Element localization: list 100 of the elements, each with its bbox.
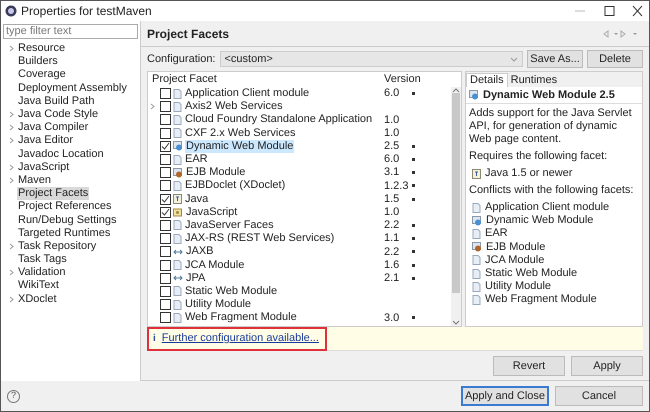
facet-name[interactable]: Java bbox=[184, 192, 210, 206]
facet-name[interactable]: Application Client module bbox=[184, 87, 310, 100]
checkbox[interactable] bbox=[160, 167, 171, 178]
page-button[interactable]: Revert bbox=[493, 356, 565, 376]
sidebar-item[interactable]: Run/Debug Settings bbox=[17, 214, 118, 227]
double-arrow-icon bbox=[173, 246, 183, 257]
checkbox[interactable] bbox=[160, 101, 171, 112]
app-icon bbox=[5, 5, 17, 17]
expand-caret-icon[interactable] bbox=[9, 242, 14, 250]
version-cell: 3.1 bbox=[384, 166, 400, 178]
version-menu-icon[interactable] bbox=[412, 92, 415, 96]
filter-field[interactable]: type filter text bbox=[3, 24, 138, 39]
conflicting-facet: EAR bbox=[485, 227, 508, 240]
checkbox[interactable] bbox=[160, 206, 171, 218]
details-tab[interactable]: Runtimes bbox=[508, 73, 560, 87]
checkbox[interactable] bbox=[160, 114, 171, 126]
document-icon bbox=[472, 202, 481, 213]
facet-name[interactable]: JCA Module bbox=[184, 258, 246, 272]
dialog-button[interactable]: Cancel bbox=[555, 386, 643, 406]
sidebar-item[interactable]: Targeted Runtimes bbox=[17, 226, 112, 240]
facet-name[interactable]: JAX-RS (REST Web Services) bbox=[184, 232, 336, 246]
scroll-down-icon[interactable] bbox=[452, 320, 460, 326]
sidebar-item[interactable]: Builders bbox=[17, 55, 59, 68]
checkbox[interactable] bbox=[160, 88, 171, 100]
help-button[interactable]: ? bbox=[7, 390, 20, 402]
checkbox[interactable] bbox=[160, 220, 171, 231]
facet-name[interactable]: Dynamic Web Module bbox=[185, 140, 294, 153]
facet-name[interactable]: CXF 2.x Web Services bbox=[184, 126, 296, 140]
conflicting-facet: Dynamic Web Module bbox=[486, 214, 594, 228]
facet-name[interactable]: EJBDoclet (XDoclet) bbox=[184, 179, 286, 192]
configuration-dropdown[interactable]: <custom> bbox=[220, 51, 523, 67]
sidebar-item[interactable]: Maven bbox=[17, 174, 52, 187]
sidebar-item[interactable]: Project References bbox=[17, 200, 113, 214]
checkbox[interactable] bbox=[160, 299, 171, 310]
version-menu-icon[interactable] bbox=[412, 198, 415, 201]
checkbox[interactable] bbox=[160, 233, 171, 244]
sidebar-item[interactable]: Java Code Style bbox=[17, 108, 100, 122]
conflicting-facet: Utility Module bbox=[485, 280, 552, 294]
column-header[interactable]: Project Facet bbox=[148, 71, 384, 88]
checkbox[interactable] bbox=[160, 312, 171, 324]
sidebar-item[interactable]: Coverage bbox=[17, 68, 67, 82]
scrollbar[interactable] bbox=[451, 87, 461, 326]
checkbox[interactable] bbox=[160, 246, 171, 258]
sidebar-item[interactable]: Task Tags bbox=[17, 253, 68, 266]
page-button[interactable]: Apply bbox=[571, 356, 643, 376]
version-menu-icon[interactable] bbox=[412, 184, 415, 188]
checkbox[interactable] bbox=[160, 154, 171, 166]
checkbox[interactable] bbox=[160, 260, 171, 271]
facet-name[interactable]: Utility Module bbox=[184, 298, 252, 312]
details-description: Adds support for the Java Servlet API, for generation of dynamic Web page content. bbox=[469, 107, 633, 146]
checkbox[interactable] bbox=[160, 194, 171, 205]
facet-name[interactable]: JAXB bbox=[185, 245, 215, 258]
version-menu-icon[interactable] bbox=[412, 276, 415, 280]
checkbox[interactable] bbox=[160, 140, 171, 152]
sidebar-item[interactable]: Resource bbox=[17, 42, 66, 56]
sidebar-item[interactable]: WikiText bbox=[17, 279, 60, 292]
sidebar-item[interactable]: Javadoc Location bbox=[17, 148, 105, 161]
sidebar-item[interactable]: Deployment Assembly bbox=[17, 82, 128, 95]
further-configuration-link[interactable]: Further configuration available... bbox=[162, 330, 319, 347]
facet-name[interactable]: Axis2 Web Services bbox=[184, 100, 284, 114]
facet-name[interactable]: Web Fragment Module bbox=[184, 311, 298, 324]
sidebar-item[interactable]: Java Editor bbox=[17, 134, 74, 148]
expand-caret-icon[interactable] bbox=[9, 45, 14, 52]
sidebar-item[interactable]: Project Facets bbox=[17, 187, 90, 200]
facet-name[interactable]: Cloud Foundry Standalone Application bbox=[184, 113, 374, 126]
column-header[interactable]: Version bbox=[384, 71, 442, 88]
expand-caret-icon[interactable] bbox=[9, 296, 14, 303]
facet-name[interactable]: JPA bbox=[185, 272, 206, 285]
dialog-button[interactable]: Apply and Close bbox=[461, 386, 549, 406]
page-action-button[interactable]: Delete bbox=[587, 50, 643, 68]
version-menu-icon[interactable] bbox=[412, 237, 415, 240]
version-menu-icon[interactable] bbox=[412, 158, 415, 162]
sidebar-item[interactable]: Task Repository bbox=[17, 240, 98, 253]
version-menu-icon[interactable] bbox=[412, 250, 415, 254]
version-menu-icon[interactable] bbox=[412, 316, 415, 320]
details-tab[interactable]: Details bbox=[466, 73, 508, 87]
document-icon bbox=[173, 286, 182, 296]
facet-name[interactable]: Static Web Module bbox=[184, 284, 278, 298]
version-menu-icon[interactable] bbox=[412, 144, 415, 148]
sidebar-item[interactable]: Java Compiler bbox=[17, 121, 90, 134]
sidebar-item[interactable]: Validation bbox=[17, 266, 66, 280]
version-menu-icon[interactable] bbox=[412, 224, 415, 227]
expand-caret-icon[interactable] bbox=[150, 103, 155, 110]
version-menu-icon[interactable] bbox=[412, 264, 415, 267]
version-menu-icon[interactable] bbox=[412, 171, 415, 174]
checkbox[interactable] bbox=[160, 180, 171, 192]
facet-name[interactable]: EJB Module bbox=[185, 166, 246, 180]
sidebar-item[interactable]: JavaScript bbox=[17, 160, 70, 174]
version-cell: 6.0 bbox=[384, 153, 400, 166]
checkbox[interactable] bbox=[160, 128, 171, 139]
scroll-up-icon[interactable] bbox=[452, 87, 460, 93]
facet-name[interactable]: JavaServer Faces bbox=[184, 218, 275, 232]
expand-caret-icon[interactable] bbox=[9, 269, 14, 276]
page-action-button[interactable]: Save As... bbox=[527, 50, 583, 68]
checkbox[interactable] bbox=[160, 286, 171, 297]
sidebar-item[interactable]: XDoclet bbox=[17, 292, 58, 306]
sidebar-item[interactable]: Java Build Path bbox=[17, 94, 96, 108]
checkbox[interactable] bbox=[160, 272, 171, 284]
facet-name[interactable]: EAR bbox=[184, 153, 209, 166]
facet-name[interactable]: JavaScript bbox=[185, 206, 238, 219]
